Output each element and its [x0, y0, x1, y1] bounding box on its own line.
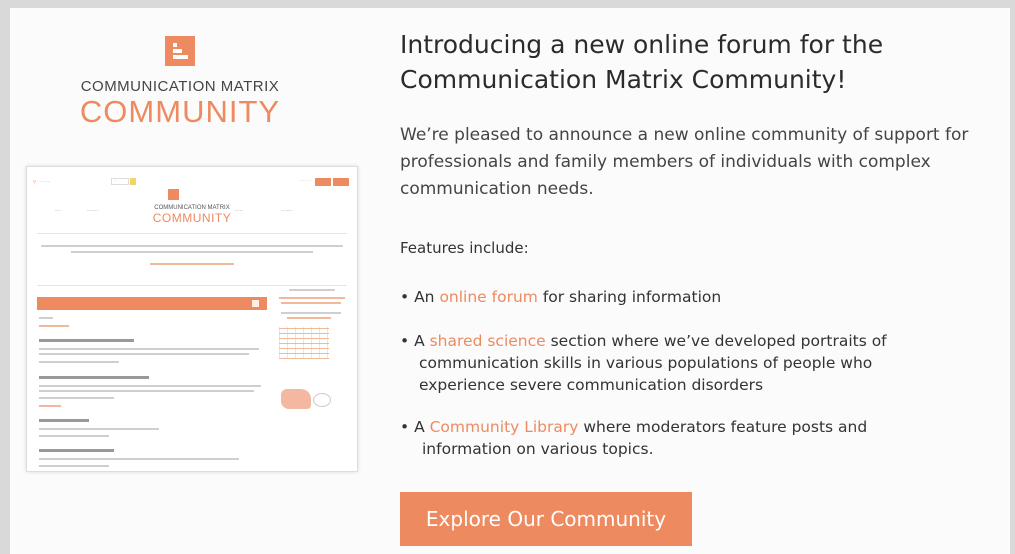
- preview-text-line: [39, 348, 259, 350]
- page-headline: Introducing a new online forum for the C…: [400, 30, 884, 94]
- preview-button-2: [333, 178, 349, 186]
- preview-flag: [130, 178, 136, 185]
- preview-map: [281, 389, 311, 409]
- feature-item: • A Community Library where moderators f…: [400, 418, 868, 458]
- preview-link: ··········: [299, 179, 311, 183]
- features-label: Features include:: [400, 239, 529, 257]
- preview-chart: [279, 327, 329, 359]
- online-forum-link[interactable]: online forum: [439, 288, 537, 306]
- preview-text-line: [39, 353, 249, 355]
- matrix-logo-icon: [165, 36, 195, 66]
- preview-text-line: [39, 325, 69, 327]
- preview-forum-bar: [37, 297, 267, 310]
- preview-nav-3: ·······: [235, 209, 244, 213]
- feature-text: A: [414, 418, 430, 436]
- community-library-link[interactable]: Community Library: [430, 418, 579, 436]
- logo-title: COMMUNICATION MATRIX: [80, 78, 280, 95]
- feature-text: for sharing information: [537, 288, 722, 306]
- preview-text-line: [39, 397, 114, 399]
- preview-post-title: [39, 339, 134, 342]
- preview-sidebar: [277, 289, 349, 319]
- preview-search: ⚲ ··········: [33, 179, 51, 184]
- preview-nav-2: ··········: [87, 209, 99, 213]
- preview-divider-2: [37, 285, 347, 286]
- explore-community-button[interactable]: Explore Our Community: [400, 492, 692, 546]
- website-preview-image: ⚲ ·········· ·· ·········· COMMUNICATION…: [26, 166, 358, 472]
- feature-item: • An online forum for sharing informatio…: [400, 288, 722, 306]
- preview-language: ··: [111, 178, 129, 185]
- preview-button-1: [315, 178, 331, 186]
- shared-science-link[interactable]: shared science: [430, 332, 546, 350]
- intro-paragraph: We’re pleased to announce a new online c…: [400, 125, 969, 199]
- preview-text-line: [39, 361, 119, 363]
- preview-text-line: [39, 390, 254, 392]
- preview-topbar: ⚲ ·········· ·· ··········: [33, 178, 351, 187]
- logo-subtitle: COMMUNITY: [79, 94, 281, 129]
- feature-text: A: [414, 332, 430, 350]
- preview-nav-1: ·····: [55, 209, 61, 213]
- preview-logo-icon: [168, 189, 179, 200]
- community-logo: COMMUNICATION MATRIX COMMUNITY: [60, 36, 300, 129]
- preview-nav-4: ··········: [281, 209, 293, 213]
- feature-item: • A shared science section where we’ve d…: [400, 332, 887, 394]
- preview-logo-subtitle: COMMUNITY: [152, 211, 232, 225]
- preview-text-line: [39, 405, 61, 407]
- preview-welcome-text: [41, 243, 343, 267]
- preview-text-line: [39, 317, 53, 319]
- preview-divider: [37, 233, 347, 234]
- preview-post-title: [39, 376, 149, 379]
- preview-text-line: [39, 435, 109, 437]
- preview-text-line: [39, 385, 261, 387]
- feature-text: An: [414, 288, 440, 306]
- preview-post-title: [39, 449, 114, 452]
- preview-text-line: [39, 465, 109, 467]
- preview-text-line: [39, 458, 239, 460]
- preview-post-title: [39, 419, 89, 422]
- preview-map-detail: [313, 393, 331, 407]
- preview-text-line: [39, 428, 159, 430]
